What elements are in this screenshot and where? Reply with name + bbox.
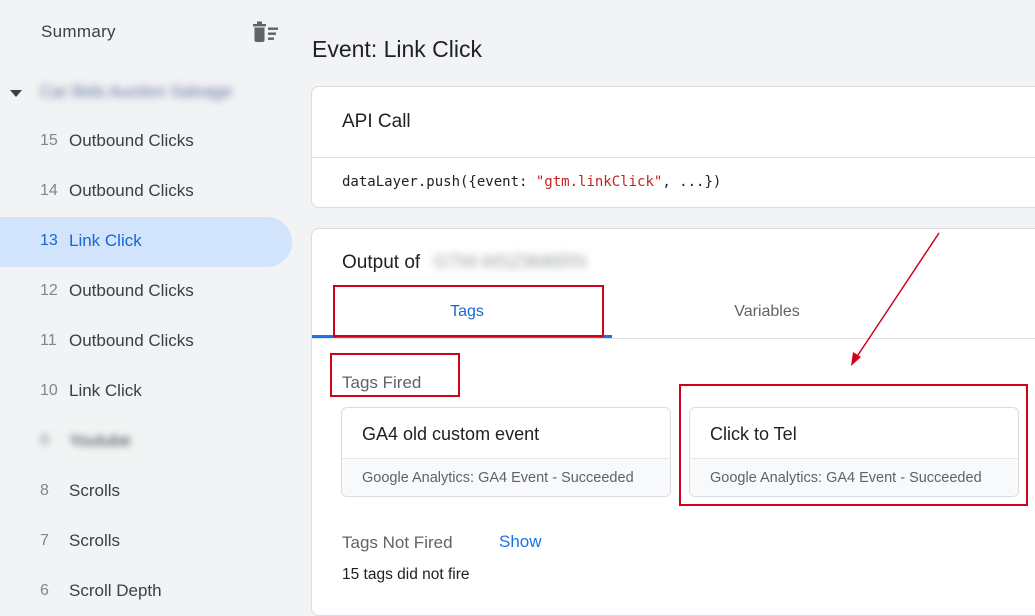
not-fired-summary: 15 tags did not fire bbox=[342, 566, 470, 583]
sidebar-event-item[interactable]: 11 Outbound Clicks bbox=[0, 317, 292, 367]
event-label: Scroll Depth bbox=[69, 581, 162, 600]
sidebar-event-item[interactable]: 6 Scroll Depth bbox=[0, 567, 292, 616]
event-number: 12 bbox=[40, 282, 58, 299]
event-label: Outbound Clicks bbox=[69, 131, 194, 150]
code-suffix: , ...}) bbox=[662, 174, 722, 190]
sidebar-event-item[interactable]: 13 Link Click bbox=[0, 217, 292, 267]
annotation-box-tags-fired bbox=[330, 353, 460, 397]
divider bbox=[312, 157, 1035, 158]
event-number: 8 bbox=[40, 482, 49, 499]
sidebar-event-item[interactable]: 10 Link Click bbox=[0, 367, 292, 417]
tag-card-ga4-old-custom-event[interactable]: GA4 old custom event Google Analytics: G… bbox=[341, 407, 671, 497]
event-number: 11 bbox=[40, 332, 57, 349]
output-title-prefix: Output of bbox=[342, 252, 421, 273]
event-label: Outbound Clicks bbox=[69, 281, 194, 300]
event-number: 13 bbox=[40, 232, 58, 249]
summary-row[interactable]: Summary bbox=[0, 0, 300, 64]
delete-sweep-icon[interactable] bbox=[252, 20, 280, 44]
api-call-heading: API Call bbox=[342, 111, 411, 132]
tag-status-text: Google Analytics: GA4 Event - Succeeded bbox=[362, 470, 634, 486]
container-id: GTM-MSZ9M6RN bbox=[433, 252, 587, 273]
event-number: 7 bbox=[40, 532, 49, 549]
event-label: Outbound Clicks bbox=[69, 331, 194, 350]
tab-variables[interactable]: Variables bbox=[612, 287, 922, 337]
annotation-box-tags-tab bbox=[333, 285, 604, 337]
event-sidebar: Summary Car Bids Auction Salvage 15 Outbo… bbox=[0, 0, 300, 616]
event-number: 15 bbox=[40, 132, 58, 149]
event-number: 6 bbox=[40, 582, 49, 599]
tags-not-fired-label: Tags Not Fired bbox=[342, 533, 453, 552]
output-title: Output of GTM-MSZ9M6RN bbox=[342, 252, 587, 274]
tag-name: GA4 old custom event bbox=[362, 424, 540, 444]
event-label: Scrolls bbox=[69, 481, 121, 500]
tab-divider bbox=[312, 338, 1035, 339]
container-name: Car Bids Auction Salvage bbox=[40, 82, 232, 101]
annotation-box-click-to-tel bbox=[679, 384, 1028, 506]
event-label: Youtube bbox=[69, 431, 131, 450]
container-row[interactable]: Car Bids Auction Salvage bbox=[0, 68, 300, 118]
event-label: Link Click bbox=[69, 381, 142, 400]
sidebar-event-item[interactable]: 7 Scrolls bbox=[0, 517, 292, 567]
api-call-code: dataLayer.push({event: "gtm.linkClick", … bbox=[342, 174, 721, 190]
sidebar-event-item[interactable]: 12 Outbound Clicks bbox=[0, 267, 292, 317]
event-label: Scrolls bbox=[69, 531, 121, 550]
event-number: 9 bbox=[40, 432, 49, 449]
sidebar-event-item[interactable]: 14 Outbound Clicks bbox=[0, 167, 292, 217]
sidebar-event-item[interactable]: 8 Scrolls bbox=[0, 467, 292, 517]
caret-down-icon[interactable] bbox=[10, 90, 22, 97]
show-not-fired-link[interactable]: Show bbox=[499, 532, 542, 552]
sidebar-event-item[interactable]: 9 Youtube bbox=[0, 417, 292, 467]
page-title: Event: Link Click bbox=[312, 36, 483, 62]
code-event-string: "gtm.linkClick" bbox=[535, 174, 663, 190]
code-prefix: dataLayer.push({event: bbox=[342, 174, 536, 190]
event-number: 14 bbox=[40, 182, 58, 199]
tag-status: Google Analytics: GA4 Event - Succeeded bbox=[342, 458, 670, 496]
api-call-card: API Call dataLayer.push({event: "gtm.lin… bbox=[311, 86, 1035, 208]
event-label: Outbound Clicks bbox=[69, 181, 194, 200]
event-number: 10 bbox=[40, 382, 58, 399]
summary-label: Summary bbox=[41, 22, 116, 41]
event-label: Link Click bbox=[69, 231, 142, 250]
sidebar-event-item[interactable]: 15 Outbound Clicks bbox=[0, 117, 292, 167]
